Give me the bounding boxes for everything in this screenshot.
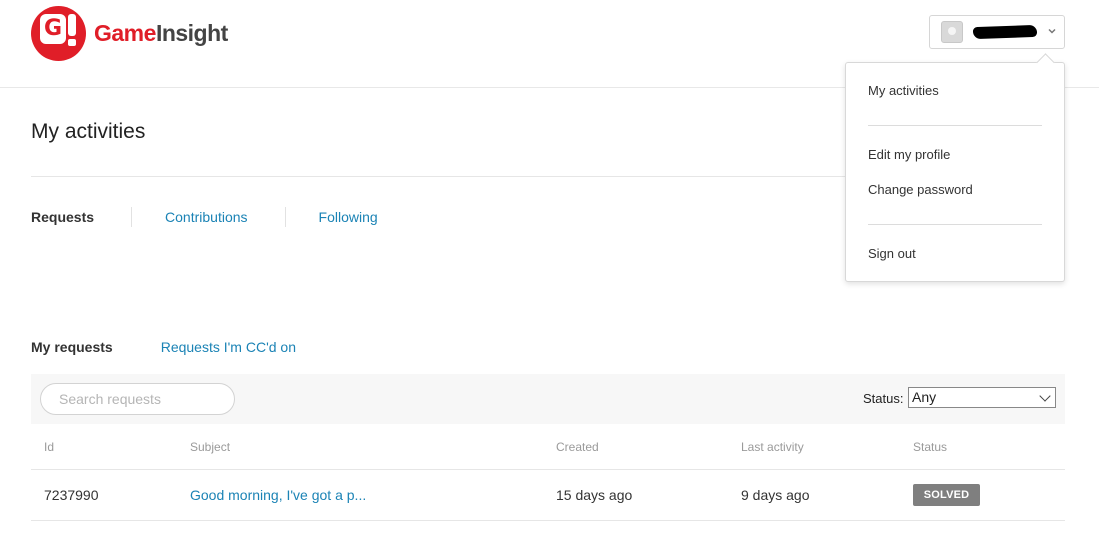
page-title: My activities	[31, 120, 146, 143]
tab-separator	[284, 207, 286, 227]
request-subtabs: My requests Requests I'm CC'd on	[31, 339, 296, 355]
status-badge: SOLVED	[913, 484, 980, 506]
tab-following[interactable]: Following	[319, 209, 378, 225]
request-id: 7237990	[44, 487, 99, 503]
column-header-status[interactable]: Status	[913, 440, 947, 454]
menu-divider	[868, 125, 1042, 126]
chevron-down-icon	[1039, 390, 1051, 402]
menu-divider	[868, 224, 1042, 225]
table-row: 7237990 Good morning, I've got a p... 15…	[31, 470, 1065, 521]
status-filter-value: Any	[912, 389, 937, 405]
column-header-created[interactable]: Created	[556, 440, 599, 454]
menu-item-sign-out[interactable]: Sign out	[868, 246, 916, 261]
menu-item-my-activities[interactable]: My activities	[868, 83, 939, 98]
request-subject-link[interactable]: Good morning, I've got a p...	[190, 487, 366, 503]
requests-table-header: Id Subject Created Last activity Status	[31, 424, 1065, 470]
tab-contributions[interactable]: Contributions	[165, 209, 248, 225]
logo-letter: G	[40, 14, 66, 44]
tab-requests[interactable]: Requests	[31, 209, 94, 225]
request-created: 15 days ago	[556, 487, 633, 503]
redacted-username	[972, 24, 1038, 40]
logo-text: GameInsight	[94, 20, 228, 46]
status-filter-label: Status:	[863, 391, 904, 406]
activity-tabs: Requests Contributions Following	[31, 207, 378, 227]
tab-separator	[131, 207, 133, 227]
filter-bar: Status: Any	[31, 374, 1065, 424]
menu-item-edit-profile[interactable]: Edit my profile	[868, 147, 950, 162]
subtab-cc-requests[interactable]: Requests I'm CC'd on	[161, 339, 296, 355]
chevron-down-icon	[1047, 26, 1059, 38]
status-filter-select[interactable]: Any	[908, 387, 1056, 408]
search-requests-input[interactable]	[40, 383, 235, 415]
gameinsight-logo[interactable]: G GameInsight	[31, 6, 228, 61]
column-header-id[interactable]: Id	[44, 440, 54, 454]
column-header-last-activity[interactable]: Last activity	[741, 440, 804, 454]
avatar	[941, 21, 963, 43]
logo-mark-icon: G	[31, 6, 86, 61]
user-menu-button[interactable]	[929, 15, 1065, 49]
request-last-activity: 9 days ago	[741, 487, 810, 503]
menu-item-change-password[interactable]: Change password	[868, 182, 973, 197]
user-dropdown-menu: My activities Edit my profile Change pas…	[845, 62, 1065, 282]
subtab-my-requests[interactable]: My requests	[31, 339, 113, 355]
column-header-subject[interactable]: Subject	[190, 440, 230, 454]
